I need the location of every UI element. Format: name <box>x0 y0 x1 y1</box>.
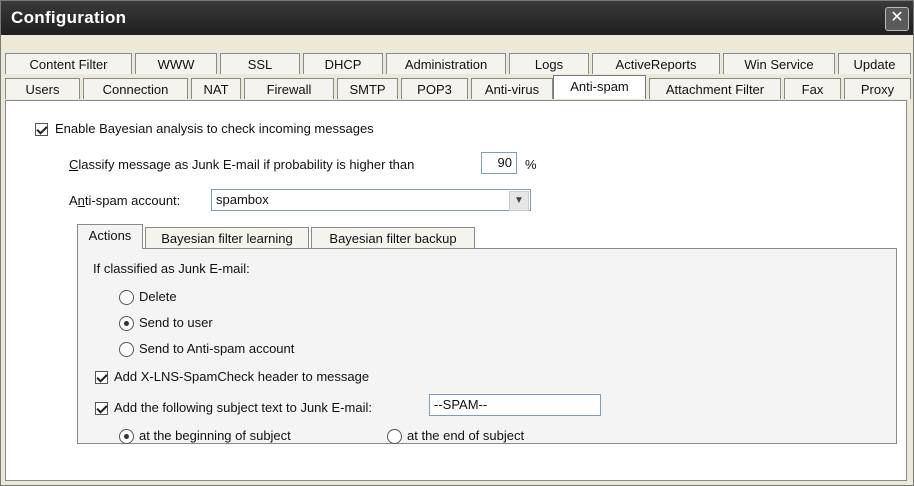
classify-label-accesskey: C <box>69 157 79 172</box>
add-header-label: Add X-LNS-SpamCheck header to message <box>114 369 370 384</box>
enable-bayesian-label: Enable Bayesian analysis to check incomi… <box>55 121 374 136</box>
tab-proxy[interactable]: Proxy <box>844 78 911 99</box>
radio-end-of-subject[interactable] <box>387 429 402 444</box>
account-label-text: ti-spam account: <box>84 193 181 208</box>
tab-content-filter[interactable]: Content Filter <box>5 53 132 74</box>
inner-tab-actions[interactable]: Actions <box>77 224 143 249</box>
subject-text-input[interactable]: --SPAM-- <box>429 394 601 416</box>
antispam-account-label: Anti-spam account: <box>69 193 180 208</box>
account-label-accesskey: n <box>77 193 85 208</box>
classify-label: Classify message as Junk E-mail if proba… <box>69 157 414 172</box>
inner-tab-bayesian-learning[interactable]: Bayesian filter learning <box>145 227 309 249</box>
antispam-account-value: spambox <box>216 192 269 207</box>
tab-administration[interactable]: Administration <box>386 53 506 74</box>
configuration-window: Configuration ✕ Content Filter WWW SSL D… <box>0 0 914 486</box>
tab-attachment-filter[interactable]: Attachment Filter <box>649 78 781 99</box>
add-header-checkbox[interactable] <box>95 371 108 384</box>
tab-smtp[interactable]: SMTP <box>337 78 398 99</box>
tab-ssl[interactable]: SSL <box>220 53 300 74</box>
tab-www[interactable]: WWW <box>135 53 217 74</box>
radio-beginning-label: at the beginning of subject <box>139 428 291 443</box>
radio-send-to-user-label: Send to user <box>139 315 213 330</box>
tab-pop3[interactable]: POP3 <box>401 78 468 99</box>
tab-anti-spam[interactable]: Anti-spam <box>553 75 646 99</box>
tab-logs[interactable]: Logs <box>509 53 589 74</box>
tab-dhcp[interactable]: DHCP <box>303 53 383 74</box>
tab-nat[interactable]: NAT <box>191 78 241 99</box>
tab-users[interactable]: Users <box>5 78 80 99</box>
inner-tab-bayesian-backup[interactable]: Bayesian filter backup <box>311 227 475 249</box>
tab-fax[interactable]: Fax <box>784 78 841 99</box>
radio-send-to-antispam[interactable] <box>119 342 134 357</box>
window-title: Configuration <box>11 8 127 27</box>
radio-beginning-of-subject[interactable] <box>119 429 134 444</box>
radio-send-to-user[interactable] <box>119 316 134 331</box>
radio-delete-label: Delete <box>139 289 177 304</box>
tab-anti-virus[interactable]: Anti-virus <box>471 78 553 99</box>
chevron-down-icon[interactable]: ▼ <box>509 191 529 211</box>
percent-sign: % <box>525 157 537 172</box>
radio-delete[interactable] <box>119 290 134 305</box>
tab-firewall[interactable]: Firewall <box>244 78 334 99</box>
radio-send-to-antispam-label: Send to Anti-spam account <box>139 341 295 356</box>
account-label-a: A <box>69 193 78 208</box>
add-subject-label: Add the following subject text to Junk E… <box>114 400 372 415</box>
tab-connection[interactable]: Connection <box>83 78 188 99</box>
classify-label-text: lassify message as Junk E-mail if probab… <box>78 157 415 172</box>
radio-end-label: at the end of subject <box>407 428 525 443</box>
antispam-account-select[interactable]: spambox ▼ <box>211 189 531 211</box>
junk-heading: If classified as Junk E-mail: <box>93 261 250 276</box>
close-button[interactable]: ✕ <box>885 7 909 31</box>
add-subject-checkbox[interactable] <box>95 402 108 415</box>
enable-bayesian-checkbox[interactable] <box>35 123 48 136</box>
probability-input[interactable]: 90 <box>481 152 517 174</box>
tab-activereports[interactable]: ActiveReports <box>592 53 720 74</box>
tab-win-service[interactable]: Win Service <box>723 53 835 74</box>
title-bar: Configuration ✕ <box>1 1 913 35</box>
tab-update[interactable]: Update <box>838 53 911 74</box>
